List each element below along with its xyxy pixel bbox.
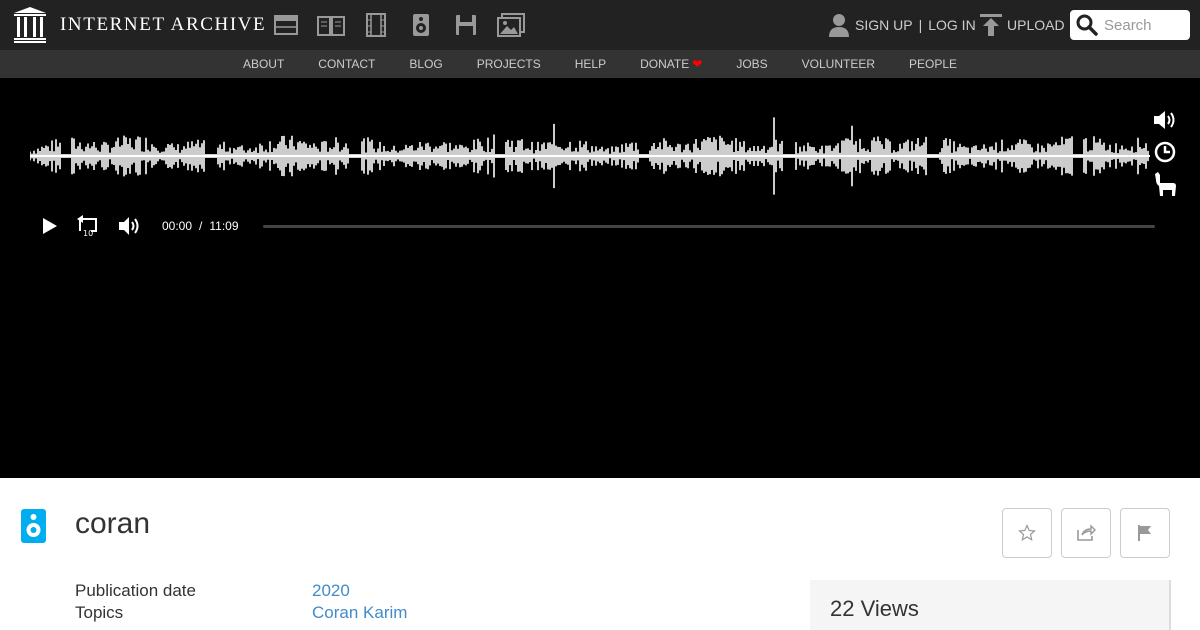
share-button[interactable]	[1061, 508, 1111, 558]
secondary-nav: ABOUT CONTACT BLOG PROJECTS HELP DONATE …	[0, 50, 1200, 78]
sign-up-link[interactable]: SIGN UP	[855, 17, 913, 33]
waveform[interactable]	[30, 106, 1150, 206]
nav-donate[interactable]: DONATE ❤	[640, 57, 702, 71]
images-icon[interactable]	[497, 12, 525, 38]
svg-text:10: 10	[83, 229, 93, 237]
nav-donate-label: DONATE	[640, 57, 690, 71]
top-bar: INTERNET ARCHIVE SIGN UP | LOG IN UPLOAD	[0, 0, 1200, 50]
user-icon	[829, 14, 849, 37]
logo-text: INTERNET ARCHIVE	[60, 14, 267, 35]
log-in-link[interactable]: LOG IN	[928, 17, 975, 33]
favorite-button[interactable]	[1002, 508, 1052, 558]
llama-icon[interactable]	[1150, 168, 1180, 200]
rewind-10-button[interactable]: 10	[76, 215, 100, 237]
heart-icon: ❤	[692, 57, 703, 71]
metadata-row: Publication date 2020	[75, 580, 407, 602]
mute-button[interactable]	[118, 216, 140, 236]
star-icon	[1018, 524, 1036, 541]
media-nav	[272, 12, 542, 38]
metadata-value-link[interactable]: Coran Karim	[312, 602, 407, 624]
account-links: SIGN UP | LOG IN	[828, 10, 976, 40]
item-title: coran	[75, 507, 151, 540]
upload-button[interactable]: UPLOAD	[979, 13, 1065, 37]
upload-icon	[980, 14, 1002, 36]
rewind-10-icon: 10	[77, 215, 97, 237]
play-icon	[43, 218, 57, 234]
search-input[interactable]: Search	[1070, 10, 1190, 40]
share-icon	[1077, 524, 1096, 541]
time-separator: /	[199, 219, 203, 233]
item-actions	[1002, 508, 1179, 558]
nav-contact[interactable]: CONTACT	[318, 57, 375, 71]
nav-blog[interactable]: BLOG	[409, 57, 442, 71]
player-side-tools	[1150, 104, 1180, 204]
site-logo[interactable]: INTERNET ARCHIVE	[14, 7, 266, 43]
nav-help[interactable]: HELP	[575, 57, 606, 71]
nav-volunteer[interactable]: VOLUNTEER	[802, 57, 875, 71]
nav-people[interactable]: PEOPLE	[909, 57, 957, 71]
metadata-key: Topics	[75, 603, 124, 622]
archive-building-icon	[14, 7, 46, 43]
audio-icon[interactable]	[407, 12, 435, 38]
player-controls: 10 00:00 / 11:09	[40, 212, 239, 240]
flag-button[interactable]	[1120, 508, 1170, 558]
upload-label: UPLOAD	[1007, 17, 1065, 33]
clock-icon[interactable]	[1150, 136, 1180, 168]
item-metadata: Publication date 2020 Topics Coran Karim	[75, 580, 407, 624]
play-button[interactable]	[40, 217, 58, 235]
audio-type-icon	[21, 509, 46, 543]
current-time: 00:00	[162, 219, 193, 233]
duration: 11:09	[209, 219, 239, 233]
nav-jobs[interactable]: JOBS	[736, 57, 767, 71]
metadata-value-link[interactable]: 2020	[312, 580, 350, 602]
nav-projects[interactable]: PROJECTS	[477, 57, 541, 71]
audio-player: 10 00:00 / 11:09	[0, 78, 1200, 478]
progress-bar[interactable]	[263, 225, 1155, 228]
web-icon[interactable]	[272, 12, 300, 38]
software-icon[interactable]	[452, 12, 480, 38]
search-icon	[1076, 14, 1098, 36]
views-count: 22 Views	[830, 596, 919, 621]
flag-icon	[1138, 525, 1151, 541]
search-placeholder: Search	[1104, 16, 1152, 34]
texts-icon[interactable]	[317, 12, 345, 38]
speaker-icon	[119, 217, 139, 235]
metadata-row: Topics Coran Karim	[75, 602, 407, 624]
account-separator: |	[918, 17, 923, 33]
views-panel: 22 Views	[810, 580, 1171, 630]
video-icon[interactable]	[362, 12, 390, 38]
time-display: 00:00 / 11:09	[162, 219, 239, 233]
volume-icon[interactable]	[1150, 104, 1180, 136]
nav-about[interactable]: ABOUT	[243, 57, 284, 71]
metadata-key: Publication date	[75, 581, 196, 600]
